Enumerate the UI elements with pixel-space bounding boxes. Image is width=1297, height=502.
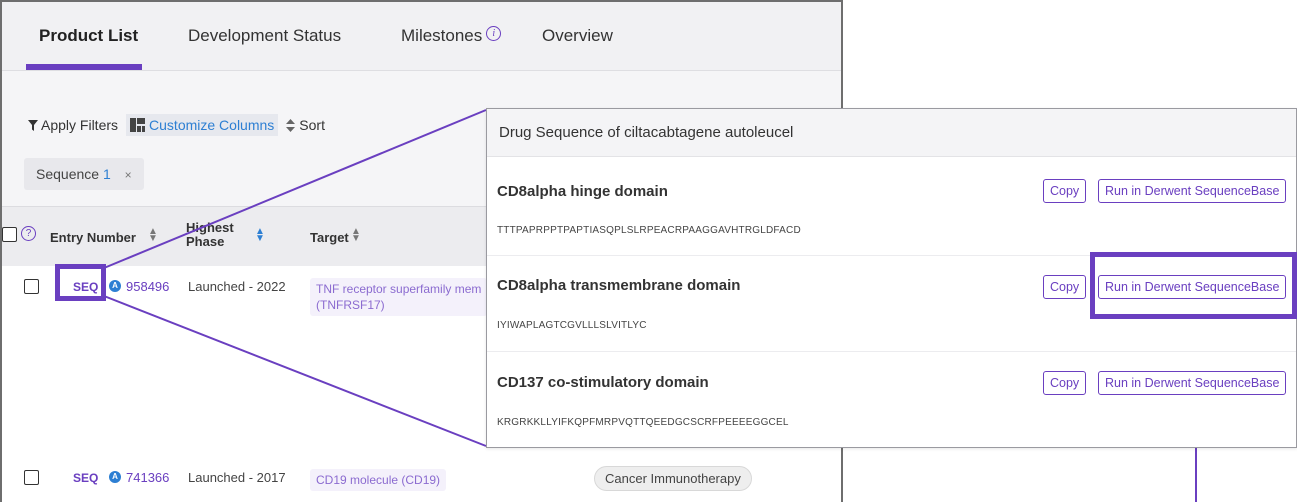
run-sequencebase-button[interactable]: Run in Derwent SequenceBase xyxy=(1098,371,1287,395)
run-button-highlight-box xyxy=(1090,252,1297,319)
copy-button[interactable]: Copy xyxy=(1043,179,1087,203)
run-sequencebase-button[interactable]: Run in Derwent SequenceBase xyxy=(1098,179,1287,203)
domain-sequence: TTTPAPRPPTPAPTIASQPLSLRPEACRPAAGGAVHTRGL… xyxy=(497,225,801,236)
copy-button[interactable]: Copy xyxy=(1043,371,1087,395)
divider xyxy=(487,351,1296,352)
popup-title: Drug Sequence of ciltacabtagene autoleuc… xyxy=(487,109,1296,157)
domain-name: CD8alpha hinge domain xyxy=(497,183,668,200)
domain-name: CD137 co-stimulatory domain xyxy=(497,374,709,391)
domain-sequence: KRGRKKLLYIFKQPFMRPVQTTQEEDGCSCRFPEEEEGGC… xyxy=(497,417,789,428)
copy-button[interactable]: Copy xyxy=(1043,275,1087,299)
domain-sequence: IYIWAPLAGTCGVLLLSLVITLYC xyxy=(497,320,647,331)
seq-highlight-box xyxy=(55,264,106,301)
domain-name: CD8alpha transmembrane domain xyxy=(497,277,741,294)
